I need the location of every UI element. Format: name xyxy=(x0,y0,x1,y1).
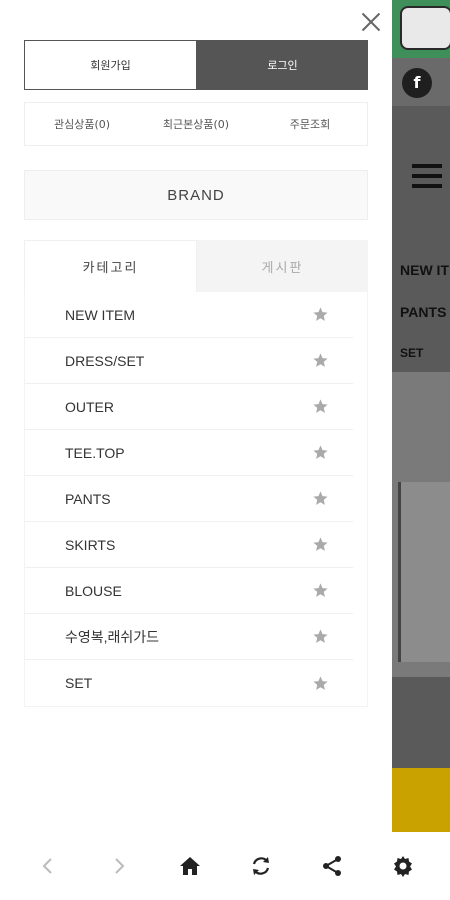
category-label: NEW ITEM xyxy=(65,306,135,323)
category-item[interactable]: NEW ITEM xyxy=(25,292,353,338)
background-footer-banner xyxy=(392,768,450,832)
star-icon[interactable] xyxy=(312,306,329,323)
category-label: BLOUSE xyxy=(65,582,122,599)
settings-icon[interactable] xyxy=(383,846,423,886)
back-icon[interactable] xyxy=(28,846,68,886)
tab-board[interactable]: 게시판 xyxy=(197,240,368,292)
hamburger-icon xyxy=(412,164,442,194)
star-icon[interactable] xyxy=(312,352,329,369)
quick-links: 관심상품(0) 최근본상품(0) 주문조회 xyxy=(24,102,368,146)
bottom-toolbar xyxy=(0,832,450,900)
wishlist-link[interactable]: 관심상품(0) xyxy=(25,103,139,145)
category-label: OUTER xyxy=(65,398,114,415)
recently-viewed-link[interactable]: 최근본상품(0) xyxy=(139,103,253,145)
tab-category[interactable]: 카테고리 xyxy=(24,240,197,292)
category-label: SET xyxy=(65,675,93,691)
auth-row: 회원가입 로그인 xyxy=(24,40,368,90)
category-label: TEE.TOP xyxy=(65,444,125,461)
category-item[interactable]: OUTER xyxy=(25,384,353,430)
background-banner xyxy=(392,0,450,58)
background-nav-item: SET xyxy=(400,346,424,360)
background-product-photo xyxy=(392,372,450,677)
background-page: f NEW IT PANTS SET xyxy=(392,0,450,832)
join-button[interactable]: 회원가입 xyxy=(24,40,197,90)
category-item[interactable]: TEE.TOP xyxy=(25,430,353,476)
category-list: NEW ITEM DRESS/SET OUTER TEE.TOP PANTS SKIRTS… xyxy=(24,292,368,707)
category-item[interactable]: DRESS/SET xyxy=(25,338,353,384)
category-label: SKIRTS xyxy=(65,536,116,553)
brand-button[interactable]: BRAND xyxy=(24,170,368,220)
side-drawer: 회원가입 로그인 관심상품(0) 최근본상품(0) 주문조회 BRAND 카테고… xyxy=(0,0,392,832)
forward-icon[interactable] xyxy=(99,846,139,886)
star-icon[interactable] xyxy=(312,444,329,461)
star-icon[interactable] xyxy=(312,536,329,553)
category-item[interactable]: BLOUSE xyxy=(25,568,353,614)
star-icon[interactable] xyxy=(312,398,329,415)
category-item[interactable]: 수영복,래쉬가드 xyxy=(25,614,353,660)
category-item[interactable]: SET xyxy=(25,660,353,706)
background-nav-item: PANTS xyxy=(400,304,447,320)
login-button[interactable]: 로그인 xyxy=(197,40,368,90)
category-item[interactable]: SKIRTS xyxy=(25,522,353,568)
drawer-tabs: 카테고리 게시판 xyxy=(24,240,368,292)
star-icon[interactable] xyxy=(312,582,329,599)
facebook-icon: f xyxy=(402,68,432,98)
share-icon[interactable] xyxy=(312,846,352,886)
star-icon[interactable] xyxy=(312,675,329,692)
star-icon[interactable] xyxy=(312,490,329,507)
background-nav-item: NEW IT xyxy=(400,262,449,278)
home-icon[interactable] xyxy=(170,846,210,886)
order-lookup-link[interactable]: 주문조회 xyxy=(253,103,367,145)
refresh-icon[interactable] xyxy=(241,846,281,886)
close-icon[interactable] xyxy=(357,8,385,36)
category-item[interactable]: PANTS xyxy=(25,476,353,522)
category-label: DRESS/SET xyxy=(65,352,145,369)
category-label: 수영복,래쉬가드 xyxy=(65,628,160,645)
category-label: PANTS xyxy=(65,490,111,507)
truck-logo xyxy=(400,6,450,50)
star-icon[interactable] xyxy=(312,628,329,645)
